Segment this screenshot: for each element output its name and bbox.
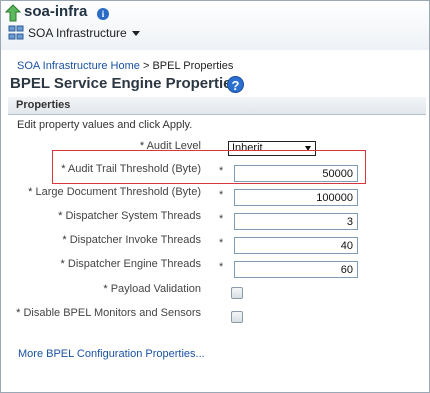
soa-infrastructure-icon bbox=[8, 25, 24, 40]
audit-trail-threshold-label: * Audit Trail Threshold (Byte) bbox=[61, 163, 201, 175]
required-star: * bbox=[219, 213, 224, 225]
dispatcher-engine-threads-label: * Dispatcher Engine Threads bbox=[60, 258, 201, 270]
info-icon[interactable]: i bbox=[97, 8, 109, 20]
breadcrumb: SOA Infrastructure Home > BPEL Propertie… bbox=[17, 60, 233, 72]
chevron-down-icon bbox=[131, 30, 140, 36]
required-star: * bbox=[219, 237, 224, 249]
required-star: * bbox=[219, 165, 224, 177]
more-bpel-configuration-link[interactable]: More BPEL Configuration Properties... bbox=[18, 348, 205, 360]
audit-trail-threshold-input[interactable] bbox=[234, 165, 358, 182]
help-icon[interactable]: ? bbox=[227, 76, 244, 93]
large-document-threshold-input[interactable] bbox=[234, 189, 358, 206]
dispatcher-invoke-threads-label: * Dispatcher Invoke Threads bbox=[62, 234, 201, 246]
audit-level-select[interactable]: Inherit bbox=[228, 141, 316, 156]
payload-validation-checkbox[interactable] bbox=[231, 287, 243, 299]
required-star: * bbox=[219, 261, 224, 273]
soa-infrastructure-menu-label: SOA Infrastructure bbox=[28, 26, 127, 40]
up-arrow-icon[interactable] bbox=[5, 4, 21, 22]
breadcrumb-separator: > bbox=[142, 60, 150, 72]
dispatcher-engine-threads-input[interactable] bbox=[234, 261, 358, 278]
instruction-text: Edit property values and click Apply. bbox=[17, 119, 193, 131]
app-title: soa-infra bbox=[24, 3, 88, 20]
required-star: * bbox=[219, 189, 224, 201]
audit-level-label: * Audit Level bbox=[139, 140, 201, 152]
properties-section-header: Properties bbox=[8, 97, 426, 115]
page-title: BPEL Service Engine Properties bbox=[10, 75, 240, 92]
dispatcher-system-threads-input[interactable] bbox=[234, 213, 358, 230]
payload-validation-label: * Payload Validation bbox=[103, 283, 201, 295]
dropdown-arrow-icon bbox=[305, 146, 311, 151]
section-title: Properties bbox=[16, 99, 71, 111]
breadcrumb-home-link[interactable]: SOA Infrastructure Home bbox=[17, 60, 140, 72]
soa-infrastructure-menu[interactable]: SOA Infrastructure bbox=[8, 23, 140, 43]
dispatcher-system-threads-label: * Dispatcher System Threads bbox=[58, 210, 201, 222]
disable-bpel-monitors-checkbox[interactable] bbox=[231, 311, 243, 323]
breadcrumb-current: BPEL Properties bbox=[152, 60, 234, 72]
audit-level-value: Inherit bbox=[232, 142, 263, 154]
dispatcher-invoke-threads-input[interactable] bbox=[234, 237, 358, 254]
header: soa-infra i SOA Infrastructure bbox=[1, 1, 429, 50]
large-document-threshold-label: * Large Document Threshold (Byte) bbox=[28, 186, 201, 198]
disable-bpel-monitors-label: * Disable BPEL Monitors and Sensors bbox=[16, 307, 201, 319]
